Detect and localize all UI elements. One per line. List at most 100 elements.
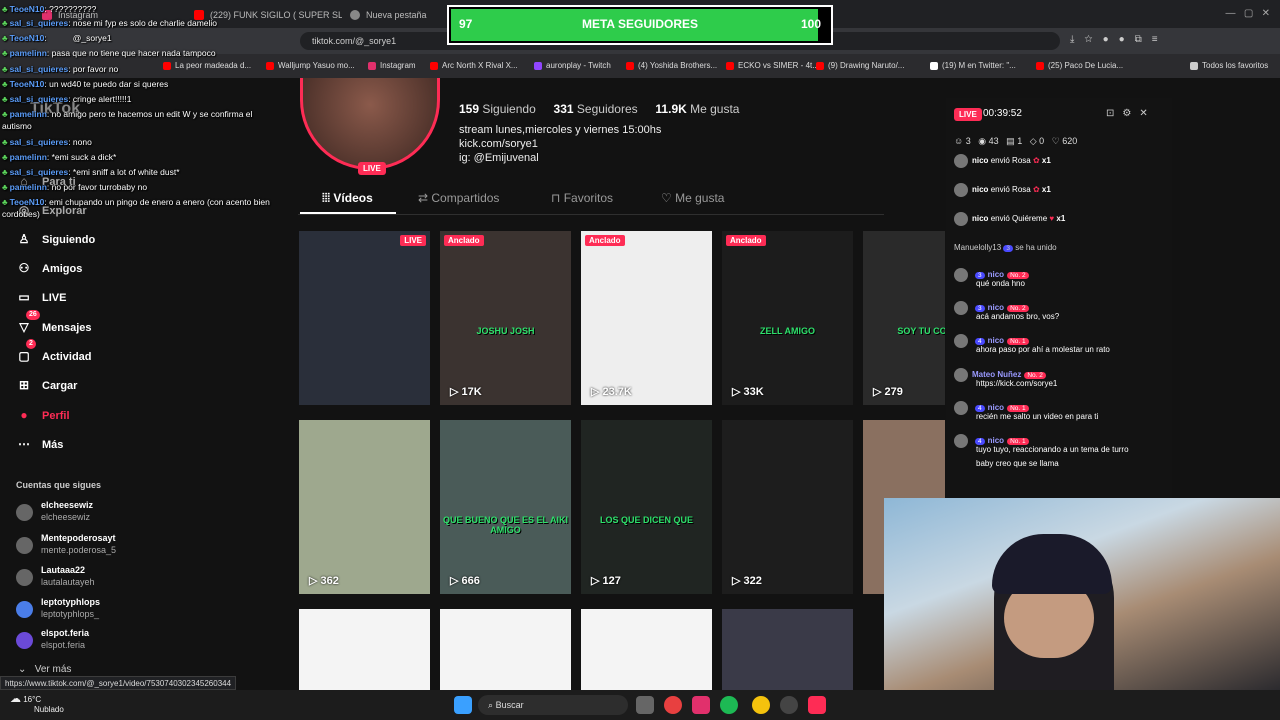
video-thumbnail[interactable]: Anclado ▷ 23.7K [581,231,712,405]
video-thumbnail[interactable]: QUE BUENO QUE ES EL AIKI AMIGO ▷ 666 [440,420,571,594]
followers-stat[interactable]: 331 Seguidores [554,102,638,116]
avatar [16,632,33,649]
obs-icon[interactable] [780,696,798,714]
instagram-icon [42,10,52,20]
lock-icon: ⊡ [1106,108,1123,119]
heart-icon: ♡ [1051,136,1060,146]
bookmark[interactable]: La peor madeada d... [163,61,251,70]
profile-bio-link[interactable]: kick.com/sorye1 [459,138,538,150]
play-icon: ▷ [732,386,744,398]
close-icon: ✕ [1139,108,1156,119]
all-bookmarks[interactable]: Todos los favoritos [1190,61,1268,70]
sidebar-item-mas[interactable]: ⋯ Más [16,433,63,455]
more-icon: ⋯ [18,437,30,451]
webcam-overlay [884,498,1280,690]
video-thumbnail[interactable] [299,609,430,690]
youtube-icon [266,61,274,70]
video-thumbnail[interactable]: LOS QUE DICEN QUE ▷ 127 [581,420,712,594]
video-thumbnail[interactable] [722,609,853,690]
live-panel-controls[interactable]: ⊡⚙✕ [1106,108,1156,119]
tab-youtube[interactable]: (229) FUNK SIGILO ( SUPER SL [192,4,342,26]
bookmarks-bar: La peor madeada d... Walljump Yasuo mo..… [0,54,1280,78]
video-thumbnail[interactable]: ▷ 322 [722,420,853,594]
avatar [954,434,968,448]
avatar [16,601,33,618]
avatar [954,212,968,226]
bookmark[interactable]: (25) Paco De Lucia... [1036,61,1123,70]
profile-live-badge[interactable]: LIVE [358,162,386,175]
bookmark[interactable]: ECKO vs SIMER - 4t... [726,61,819,70]
tiktok-icon[interactable] [808,696,826,714]
live-chat-panel: LIVE 00:39:52 ⊡⚙✕ ☺ 3 ◉ 43 ▤ 1 ◇ 0 ♡ 620… [946,98,1172,498]
tab-new[interactable]: Nueva pestaña [348,4,448,26]
youtube-icon [430,61,438,70]
bookmark[interactable]: (19) M en Twitter: "... [930,61,1016,70]
sidebar-item-explorar[interactable]: ◎ Explorar [16,199,87,221]
bookmark[interactable]: (4) Yoshida Brothers... [626,61,717,70]
message-icon: ▽ 26 [16,310,40,338]
video-thumbnail[interactable] [440,609,571,690]
sidebar-item-mensajes[interactable]: ▽ 26 Mensajes [16,310,92,338]
avatar [16,504,33,521]
sidebar-item-cargar[interactable]: ⊞ Cargar [16,374,78,396]
chrome-icon[interactable] [752,696,770,714]
instagram-icon[interactable] [692,696,710,714]
bookmark[interactable]: (9) Drawing Naruto/... [816,61,904,70]
avatar [954,334,968,348]
video-caption: SOY TU COCA [897,326,945,336]
view-count: ▷ 33K [732,386,764,398]
sidebar-item-actividad[interactable]: ▢ 2 Actividad [16,339,92,367]
youtube-icon [816,61,824,70]
webcam-beanie [992,534,1112,594]
video-thumbnail[interactable]: LIVE [299,231,430,405]
see-more-button[interactable]: ⌄ Ver más [18,664,71,675]
sidebar-item-amigos[interactable]: ⚇ Amigos [16,257,83,279]
sidebar-item-live[interactable]: ▭ LIVE [16,286,66,308]
bookmark[interactable]: Arc North X Rival X... [430,61,518,70]
view-count: ▷ 127 [591,575,621,587]
windows-start-icon[interactable] [454,696,472,714]
taskbar: ☁ 16°C Nublado ⌕ Buscar [0,690,1280,720]
play-icon: ▷ [309,575,321,587]
video-thumbnail[interactable] [581,609,712,690]
tab-compartidos[interactable]: ⇄ Compartidos [418,191,499,205]
app-icon[interactable] [664,696,682,714]
status-url: https://www.tiktok.com/@_sorye1/video/75… [0,676,237,690]
video-thumbnail[interactable]: SOY TU COCA ▷ 279 [863,231,945,405]
video-thumbnail[interactable]: ▷ 362 [299,420,430,594]
viewers-icon: ☺ [954,136,964,146]
grid-icon: ⦙⦙⦙ [322,191,334,205]
window-controls[interactable]: — ▢ ✕ [1226,8,1271,19]
profile-avatar[interactable] [300,78,440,170]
pinned-badge: Anclado [585,235,625,246]
gift-event: nico envió Rosa ✿ x1 [954,183,1051,197]
play-icon: ▷ [873,386,885,398]
sidebar: TikTok ⌂ Para ti ◎ Explorar ♙ Siguiendo ⚇ Am… [0,78,296,690]
video-thumbnail[interactable]: Anclado JOSHU JOSH ▷ 17K [440,231,571,405]
youtube-icon [626,61,634,70]
extension-icons[interactable]: ⤓☆●●⧉≡ [1070,34,1168,45]
following-stat[interactable]: 159 Siguiendo [459,102,536,116]
bookmark[interactable]: auronplay - Twitch [534,61,611,70]
cloud-icon: ☁ [10,693,21,705]
avatar [954,268,968,282]
taskbar-search[interactable]: ⌕ Buscar [478,695,628,715]
bookmark[interactable]: Walljump Yasuo mo... [266,61,355,70]
avatar [954,368,968,382]
tab-favoritos[interactable]: ⊓ Favoritos [551,191,613,205]
goal-title: META SEGUIDORES [581,17,698,31]
bookmark[interactable]: Instagram [368,61,416,70]
live-chat-message: 4 nico No. 1 ahora paso por ahí a molestar … [954,334,1110,354]
sidebar-item-siguiendo[interactable]: ♙ Siguiendo [16,228,96,250]
tab-videos[interactable]: ⦙⦙⦙ Vídeos [322,191,373,206]
sidebar-item-perfil[interactable]: ● Perfil [16,404,69,426]
gift-event: nico envió Rosa ✿ x1 [954,154,1051,168]
tab-me-gusta[interactable]: ♡ Me gusta [661,191,724,205]
video-caption: LOS QUE DICEN QUE [599,515,693,525]
weather-widget[interactable]: ☁ 16°C Nublado [10,694,64,715]
file-explorer-icon[interactable] [636,696,654,714]
sidebar-item-para-ti[interactable]: ⌂ Para ti [16,170,75,192]
video-thumbnail[interactable]: Anclado ZELL AMIGO ▷ 33K [722,231,853,405]
spotify-icon[interactable] [720,696,738,714]
tab-instagram[interactable]: Instagram [40,4,190,26]
